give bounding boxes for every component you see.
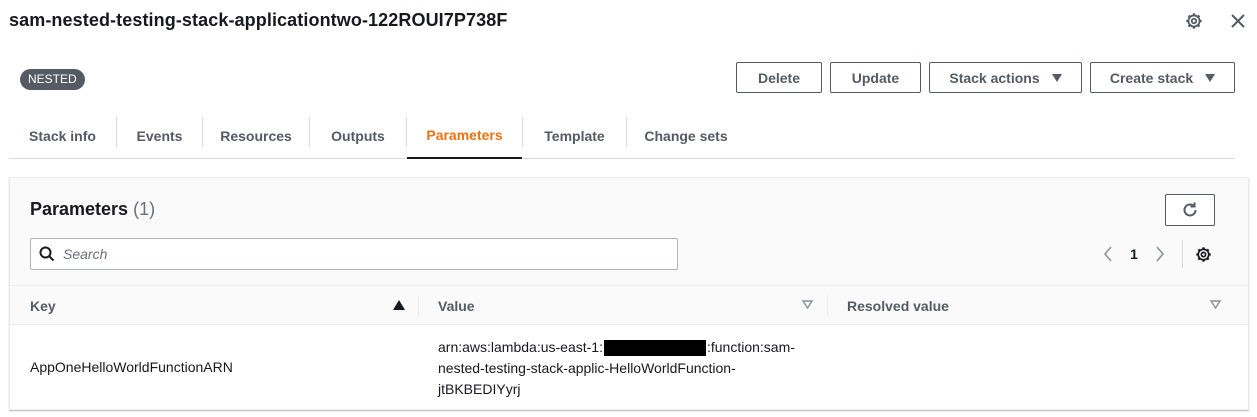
nested-badge: NESTED bbox=[20, 69, 85, 90]
search-input[interactable] bbox=[63, 246, 643, 262]
parameter-value: arn:aws:lambda:us-east-1::function:sam- … bbox=[438, 337, 808, 400]
parameters-count: (1) bbox=[133, 199, 156, 219]
close-icon[interactable] bbox=[1228, 11, 1248, 31]
tab-bar: Stack info Events Resources Outputs Para… bbox=[9, 112, 1235, 159]
refresh-button[interactable] bbox=[1165, 194, 1215, 226]
tab-template[interactable]: Template bbox=[523, 112, 626, 159]
stack-actions-button[interactable]: Stack actions bbox=[929, 62, 1082, 93]
previous-page-button[interactable] bbox=[1098, 242, 1118, 266]
stack-title: sam-nested-testing-stack-applicationtwo-… bbox=[9, 10, 508, 30]
parameter-value-prefix: arn:aws:lambda:us-east-1: bbox=[438, 339, 603, 355]
parameter-key: AppOneHelloWorldFunctionARN bbox=[30, 359, 233, 375]
tab-stack-info[interactable]: Stack info bbox=[9, 112, 116, 159]
panel-title-text: Parameters bbox=[30, 199, 129, 219]
tab-change-sets[interactable]: Change sets bbox=[627, 112, 745, 159]
panel-header: Parameters (1) 1 bbox=[10, 178, 1248, 286]
refresh-icon bbox=[1183, 202, 1197, 217]
create-stack-button[interactable]: Create stack bbox=[1090, 62, 1235, 93]
column-header-key[interactable]: Key bbox=[30, 286, 56, 325]
chevron-left-icon bbox=[1103, 246, 1112, 262]
delete-button[interactable]: Delete bbox=[736, 62, 822, 93]
search-box[interactable] bbox=[30, 238, 678, 270]
sort-up-icon[interactable] bbox=[393, 300, 405, 310]
search-icon bbox=[39, 246, 55, 262]
stack-actions-label: Stack actions bbox=[949, 69, 1040, 86]
gear-icon[interactable] bbox=[1184, 11, 1204, 31]
page-number[interactable]: 1 bbox=[1127, 242, 1141, 266]
parameter-value-line2: nested-testing-stack-applic-HelloWorldFu… bbox=[438, 360, 736, 376]
tab-parameters[interactable]: Parameters bbox=[407, 112, 522, 159]
update-button-label: Update bbox=[851, 69, 900, 86]
update-button[interactable]: Update bbox=[830, 62, 921, 93]
column-divider bbox=[827, 295, 828, 316]
table-row: AppOneHelloWorldFunctionARN arn:aws:lamb… bbox=[10, 325, 1248, 411]
caret-down-icon bbox=[1051, 73, 1062, 82]
next-page-button[interactable] bbox=[1150, 242, 1170, 266]
parameters-panel: Parameters (1) 1 Key Value Resolved valu… bbox=[9, 177, 1249, 410]
column-divider bbox=[418, 295, 419, 316]
column-header-resolved-value[interactable]: Resolved value bbox=[847, 286, 949, 325]
redacted-account-id bbox=[603, 340, 706, 357]
parameter-value-line3: jtBKBEDIYyrj bbox=[438, 381, 521, 397]
sort-down-icon[interactable] bbox=[802, 300, 813, 309]
sort-down-icon[interactable] bbox=[1210, 300, 1221, 309]
delete-button-label: Delete bbox=[757, 69, 801, 86]
panel-title: Parameters (1) bbox=[30, 199, 155, 220]
create-stack-label: Create stack bbox=[1109, 69, 1194, 86]
preferences-button[interactable] bbox=[1192, 242, 1214, 266]
table-header: Key Value Resolved value bbox=[10, 286, 1248, 325]
tab-outputs[interactable]: Outputs bbox=[310, 112, 406, 159]
column-header-value[interactable]: Value bbox=[438, 286, 475, 325]
parameter-value-suffix: :function:sam- bbox=[706, 339, 795, 355]
tab-events[interactable]: Events bbox=[117, 112, 202, 159]
pager-divider bbox=[1182, 240, 1183, 268]
caret-down-icon bbox=[1205, 73, 1216, 82]
tab-resources[interactable]: Resources bbox=[203, 112, 309, 159]
chevron-right-icon bbox=[1156, 246, 1165, 262]
gear-icon bbox=[1195, 246, 1211, 262]
